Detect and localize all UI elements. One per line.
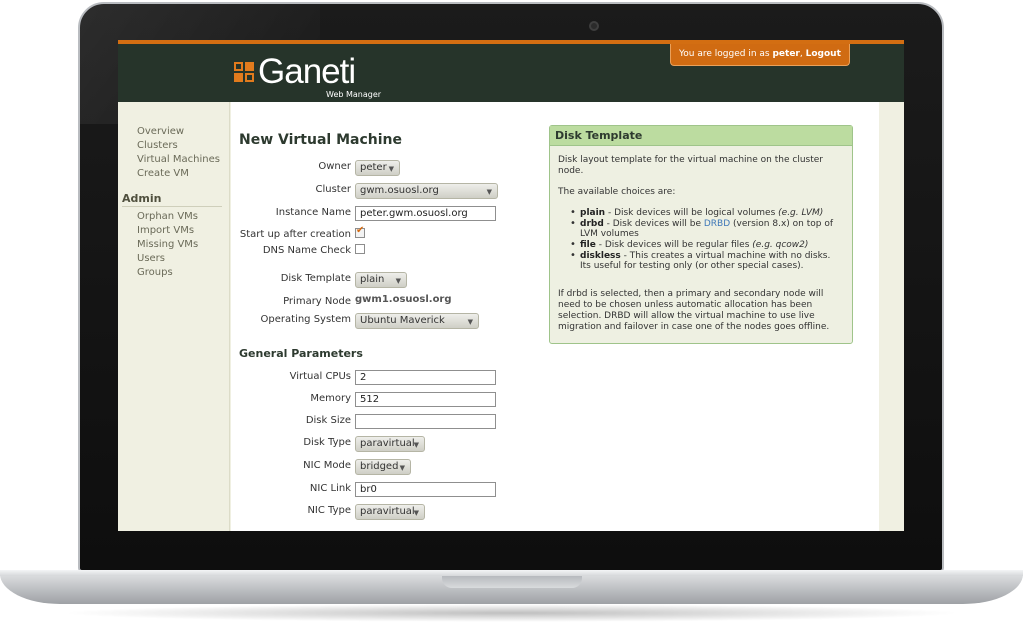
sidebar-item-orphan-vms[interactable]: Orphan VMs — [137, 211, 198, 222]
nic-type-label: NIC Type — [307, 505, 351, 516]
start-up-checkbox[interactable] — [355, 225, 365, 238]
disk-size-label: Disk Size — [305, 415, 351, 426]
login-prefix: You are logged in as — [679, 49, 770, 59]
sidebar-item-users[interactable]: Users — [137, 253, 165, 264]
chevron-down-icon: ▼ — [467, 318, 473, 326]
sidebar-item-virtual-machines[interactable]: Virtual Machines — [137, 154, 220, 165]
nic-mode-label: NIC Mode — [303, 460, 351, 471]
disk-type-value: paravirtual — [360, 438, 415, 449]
memory-input[interactable]: 512 — [355, 392, 496, 407]
page-title: New Virtual Machine — [239, 132, 402, 148]
sidebar-item-groups[interactable]: Groups — [137, 267, 173, 278]
help-choices-intro: The available choices are: — [558, 187, 676, 197]
list-item: file - Disk devices will be regular file… — [570, 240, 842, 250]
nic-link-label: NIC Link — [309, 483, 351, 494]
logo-text: Ganeti — [258, 52, 356, 91]
nic-type-value: paravirtual — [360, 506, 415, 517]
owner-select[interactable]: peter ▼ — [355, 160, 400, 176]
list-item: plain - Disk devices will be logical vol… — [570, 208, 842, 218]
nic-mode-select[interactable]: bridged ▼ — [355, 459, 411, 475]
cluster-label: Cluster — [315, 184, 352, 195]
screen: Ganeti Web Manager You are logged in as … — [118, 40, 904, 531]
memory-label: Memory — [310, 393, 351, 404]
help-intro: Disk layout template for the virtual mac… — [558, 155, 823, 176]
login-separator: , — [799, 49, 803, 59]
sidebar-item-create-vm[interactable]: Create VM — [137, 168, 189, 179]
chevron-down-icon: ▼ — [399, 464, 405, 472]
cluster-select[interactable]: gwm.osuosl.org ▼ — [355, 183, 498, 199]
logo-squares-icon — [234, 62, 254, 82]
sidebar-item-missing-vms[interactable]: Missing VMs — [137, 239, 198, 250]
primary-node-label: Primary Node — [283, 296, 351, 307]
sidebar-item-overview[interactable]: Overview — [137, 126, 184, 137]
sidebar-item-clusters[interactable]: Clusters — [137, 140, 178, 151]
disk-size-input[interactable] — [355, 414, 496, 429]
owner-label: Owner — [318, 161, 351, 172]
nic-mode-value: bridged — [360, 461, 399, 472]
disk-template-value: plain — [360, 274, 385, 285]
header-bar: Ganeti Web Manager You are logged in as … — [118, 40, 904, 102]
help-choices-list: plain - Disk devices will be logical vol… — [570, 208, 842, 272]
list-item: drbd - Disk devices will be DRBD (versio… — [570, 219, 842, 239]
general-parameters-title: General Parameters — [239, 347, 363, 360]
disk-template-select[interactable]: plain ▼ — [355, 272, 407, 288]
chevron-down-icon: ▼ — [395, 277, 401, 285]
owner-value: peter — [360, 162, 387, 173]
os-label: Operating System — [260, 314, 351, 325]
primary-node-value: gwm1.osuosl.org — [355, 294, 452, 305]
login-status: You are logged in as peter, Logout — [670, 44, 850, 66]
os-select[interactable]: Ubuntu Maverick ▼ — [355, 313, 479, 329]
help-title: Disk Template — [550, 126, 852, 146]
login-username[interactable]: peter — [772, 49, 799, 59]
right-margin — [879, 102, 904, 531]
os-value: Ubuntu Maverick — [360, 315, 445, 326]
nic-link-input[interactable]: br0 — [355, 482, 496, 497]
disk-template-label: Disk Template — [280, 273, 351, 284]
logout-link[interactable]: Logout — [806, 49, 841, 59]
drbd-link[interactable]: DRBD — [704, 219, 730, 229]
vcpus-label: Virtual CPUs — [289, 371, 351, 382]
disk-type-label: Disk Type — [303, 437, 351, 448]
main-content: New Virtual Machine Owner peter ▼ Cluste… — [231, 102, 879, 531]
cluster-value: gwm.osuosl.org — [360, 185, 439, 196]
instance-name-input[interactable]: peter.gwm.osuosl.org — [355, 206, 496, 221]
dns-check-checkbox[interactable] — [355, 244, 365, 254]
disk-type-select[interactable]: paravirtual ▼ — [355, 436, 425, 452]
start-up-label: Start up after creation — [239, 229, 351, 240]
sidebar-item-import-vms[interactable]: Import VMs — [137, 225, 194, 236]
chevron-down-icon: ▼ — [413, 441, 419, 449]
sidebar: Overview Clusters Virtual Machines Creat… — [118, 102, 230, 531]
help-footer: If drbd is selected, then a primary and … — [558, 289, 830, 332]
vcpus-input[interactable]: 2 — [355, 370, 496, 385]
laptop-shadow — [60, 604, 963, 622]
sidebar-admin-heading: Admin — [122, 192, 162, 205]
laptop-base — [0, 570, 1023, 604]
camera-icon — [589, 21, 599, 31]
instance-name-label: Instance Name — [275, 207, 351, 218]
chevron-down-icon: ▼ — [388, 165, 394, 173]
sidebar-divider — [122, 206, 222, 207]
dns-check-label: DNS Name Check — [262, 245, 351, 256]
chevron-down-icon: ▼ — [486, 188, 492, 196]
logo-subtitle: Web Manager — [326, 90, 382, 99]
nic-type-select[interactable]: paravirtual ▼ — [355, 504, 425, 520]
list-item: diskless - This creates a virtual machin… — [570, 251, 842, 271]
chevron-down-icon: ▼ — [413, 509, 419, 517]
laptop-notch — [442, 576, 582, 588]
help-panel: Disk Template Disk layout template for t… — [549, 125, 853, 344]
